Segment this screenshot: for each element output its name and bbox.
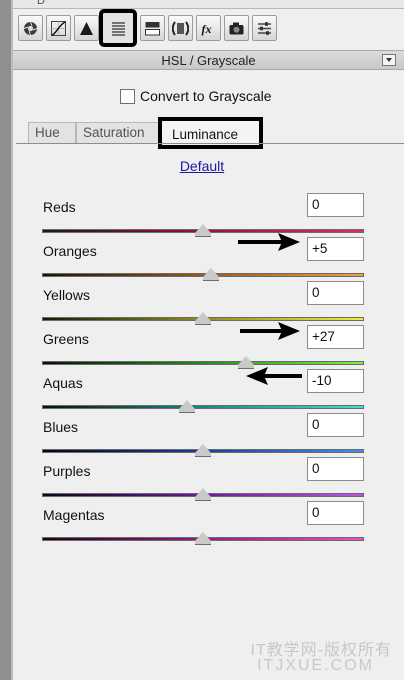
detail-triangle-icon bbox=[80, 21, 93, 35]
aperture-icon bbox=[23, 21, 38, 35]
annotation-arrow-aquas bbox=[246, 367, 302, 385]
tool-tone-curve[interactable] bbox=[46, 15, 71, 41]
slider-row-greens: Greens +27 bbox=[42, 325, 366, 371]
slider-row-yellows: Yellows 0 bbox=[42, 281, 366, 327]
slider-value-field[interactable]: 0 bbox=[307, 281, 364, 305]
slider-label: Reds bbox=[43, 199, 76, 215]
panel-header: HSL / Grayscale bbox=[13, 50, 404, 70]
slider-thumb[interactable] bbox=[238, 356, 255, 369]
slider-label: Yellows bbox=[43, 287, 90, 303]
convert-grayscale-label: Convert to Grayscale bbox=[140, 88, 272, 104]
slider-label: Greens bbox=[43, 331, 89, 347]
window-left-border bbox=[0, 0, 11, 680]
tab-saturation[interactable]: Saturation bbox=[76, 122, 162, 143]
hsl-tabs: Hue Saturation Luminance bbox=[16, 117, 404, 149]
slider-row-oranges: Oranges +5 bbox=[42, 237, 366, 283]
panel-title: HSL / Grayscale bbox=[161, 53, 256, 68]
slider-label: Aquas bbox=[43, 375, 83, 391]
slider-thumb[interactable] bbox=[195, 444, 211, 457]
slider-value-field[interactable]: +27 bbox=[307, 325, 364, 349]
camera-calibration-icon bbox=[229, 22, 244, 34]
panel-menu-icon[interactable] bbox=[382, 54, 396, 66]
slider-thumb[interactable] bbox=[178, 400, 195, 413]
slider-label: Blues bbox=[43, 419, 79, 435]
slider-value-field[interactable]: 0 bbox=[307, 501, 364, 525]
watermark-url: ITJXUE.COM bbox=[257, 657, 374, 674]
default-link[interactable]: Default bbox=[0, 158, 404, 174]
hsl-grayscale-icon bbox=[111, 21, 125, 36]
top-fragment-text: D bbox=[37, 0, 45, 7]
lens-corrections-icon bbox=[172, 20, 189, 36]
slider-track[interactable] bbox=[42, 361, 364, 365]
annotation-arrow-greens bbox=[240, 322, 300, 340]
convert-to-grayscale[interactable]: Convert to Grayscale bbox=[120, 88, 272, 104]
tabs-divider bbox=[16, 143, 404, 144]
tab-luminance[interactable]: Luminance bbox=[158, 117, 263, 149]
slider-label: Purples bbox=[43, 463, 91, 479]
tool-detail[interactable] bbox=[74, 15, 99, 41]
tool-hsl-grayscale[interactable] bbox=[99, 9, 137, 47]
slider-row-magentas: Magentas 0 bbox=[42, 501, 366, 547]
tool-effects[interactable]: fx bbox=[196, 15, 221, 41]
slider-row-purples: Purples 0 bbox=[42, 457, 366, 503]
top-strip: D bbox=[13, 0, 404, 9]
slider-thumb[interactable] bbox=[203, 268, 220, 281]
split-toning-icon bbox=[145, 21, 160, 35]
slider-value-field[interactable]: -10 bbox=[307, 369, 364, 393]
slider-row-reds: Reds 0 bbox=[42, 193, 366, 239]
tool-presets[interactable] bbox=[252, 15, 277, 41]
slider-thumb[interactable] bbox=[195, 532, 211, 545]
convert-grayscale-checkbox[interactable] bbox=[120, 88, 135, 104]
tool-basic[interactable] bbox=[18, 15, 43, 41]
svg-text:fx: fx bbox=[202, 22, 212, 36]
slider-thumb[interactable] bbox=[195, 224, 211, 237]
slider-label: Oranges bbox=[43, 243, 97, 259]
tab-hue[interactable]: Hue bbox=[28, 122, 76, 143]
panel-toolbar: fx bbox=[16, 9, 401, 52]
window-left-border-inner bbox=[11, 0, 13, 680]
slider-thumb[interactable] bbox=[195, 488, 211, 501]
annotation-arrow-oranges bbox=[238, 233, 300, 251]
tool-camera-calibration[interactable] bbox=[224, 15, 249, 41]
presets-icon bbox=[258, 21, 271, 35]
slider-row-blues: Blues 0 bbox=[42, 413, 366, 459]
slider-value-field[interactable]: 0 bbox=[307, 457, 364, 481]
slider-thumb[interactable] bbox=[195, 312, 211, 325]
slider-label: Magentas bbox=[43, 507, 105, 523]
tool-lens-corrections[interactable] bbox=[168, 15, 193, 41]
slider-row-aquas: Aquas -10 bbox=[42, 369, 366, 415]
effects-fx-icon: fx bbox=[202, 22, 212, 36]
slider-value-field[interactable]: +5 bbox=[307, 237, 364, 261]
tone-curve-icon bbox=[51, 20, 66, 36]
slider-track[interactable] bbox=[42, 405, 364, 409]
slider-value-field[interactable]: 0 bbox=[307, 413, 364, 437]
slider-value-field[interactable]: 0 bbox=[307, 193, 364, 217]
tool-split-toning[interactable] bbox=[140, 15, 165, 41]
